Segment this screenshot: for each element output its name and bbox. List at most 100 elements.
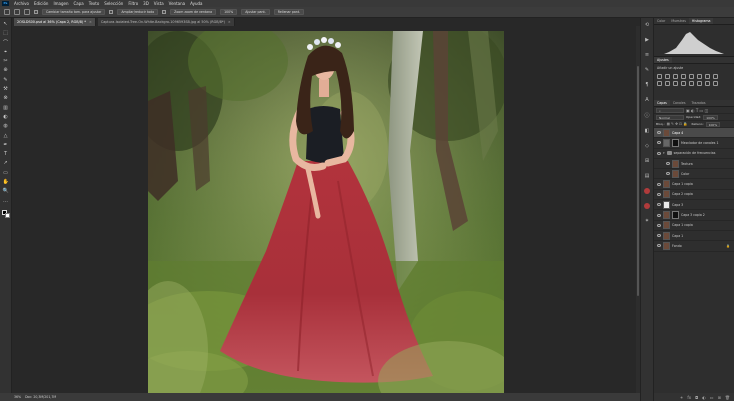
brightness-icon[interactable] — [657, 74, 662, 79]
new-group-icon[interactable]: ▭ — [710, 395, 714, 400]
eye-icon[interactable] — [657, 182, 661, 186]
learn-icon[interactable] — [644, 188, 650, 194]
tab-adjustments[interactable]: Ajustes — [654, 57, 672, 63]
invert-icon[interactable] — [681, 81, 686, 86]
zoom-out-icon[interactable] — [24, 9, 30, 15]
layer-mask-thumbnail[interactable] — [672, 138, 679, 147]
scrubby-zoom-checkbox[interactable] — [162, 10, 167, 14]
layer-row[interactable]: Capa 3 copia 2 — [654, 210, 734, 221]
resize-windows-button[interactable]: Cambiar tamaño tam. para ajustar — [42, 9, 106, 15]
chevron-down-icon[interactable]: ▾ — [663, 151, 665, 155]
dodge-tool-icon[interactable]: △ — [3, 133, 9, 139]
layer-row[interactable]: Capa 1 copia — [654, 221, 734, 231]
zoom-100-button[interactable]: 100% — [220, 9, 238, 15]
link-layers-icon[interactable]: ⚭ — [680, 395, 683, 400]
add-mask-icon[interactable]: ◘ — [695, 395, 698, 400]
menu-ayuda[interactable]: Ayuda — [190, 1, 202, 6]
character-icon[interactable]: A — [645, 97, 648, 103]
brush-tool-icon[interactable]: ✎ — [3, 77, 9, 83]
scrollbar-thumb[interactable] — [637, 66, 639, 296]
fit-screen-button[interactable]: Ajustar pant. — [241, 9, 270, 15]
zoom-all-button[interactable]: Ampliar/reducir todo — [117, 9, 159, 15]
eraser-tool-icon[interactable]: ▥ — [3, 105, 9, 111]
selective-color-icon[interactable] — [713, 81, 718, 86]
close-icon[interactable]: × — [228, 20, 231, 24]
eye-icon[interactable] — [666, 172, 670, 176]
tab-paths[interactable]: Trazados — [689, 100, 709, 106]
stamp-tool-icon[interactable]: ⚒ — [3, 87, 9, 92]
tab-channels[interactable]: Canales — [670, 100, 689, 106]
eyedropper-tool-icon[interactable]: ⊕ — [3, 68, 9, 73]
filter-icons[interactable]: ▣ ◐ T ▭ ◫ — [686, 108, 708, 113]
brush-settings-icon[interactable]: ✎ — [645, 67, 649, 73]
move-tool-icon[interactable]: ↖ — [3, 22, 9, 27]
info-icon[interactable]: ⓘ — [644, 112, 649, 119]
layer-row[interactable]: Mezclador de canales 1 — [654, 138, 734, 149]
eye-icon[interactable] — [657, 213, 661, 217]
fill-screen-button[interactable]: Rellenar pant. — [273, 9, 305, 15]
tab-color[interactable]: Color — [654, 18, 668, 24]
path-select-tool-icon[interactable]: ↗ — [3, 161, 9, 166]
eye-icon[interactable] — [657, 244, 661, 248]
layer-row[interactable]: Textura — [654, 159, 734, 170]
quick-select-tool-icon[interactable]: ⌖ — [3, 49, 9, 55]
tab-swatches[interactable]: Muestras — [668, 18, 689, 24]
layer-group-row[interactable]: ▾ separación de frecuencias — [654, 149, 734, 159]
channel-mixer-icon[interactable] — [665, 81, 670, 86]
zoom-level[interactable]: 36% — [14, 395, 21, 399]
scrubby-zoom-button[interactable]: Zoom zoom de ventana — [170, 9, 217, 15]
layer-row[interactable]: Capa 1 — [654, 231, 734, 242]
menu-imagen[interactable]: Imagen — [53, 1, 68, 6]
background-color-swatch[interactable] — [4, 212, 10, 218]
black-white-icon[interactable] — [713, 74, 718, 79]
navigator-icon[interactable]: ◇ — [645, 143, 649, 149]
menu-ventana[interactable]: Ventana — [169, 1, 185, 6]
history-icon[interactable]: ⟲ — [645, 22, 649, 28]
resize-windows-checkbox[interactable] — [34, 10, 38, 14]
menu-texto[interactable]: Texto — [89, 1, 100, 6]
hue-saturation-icon[interactable] — [697, 74, 702, 79]
zoom-tool-icon[interactable]: 🔍 — [3, 189, 9, 194]
gradient-tool-icon[interactable]: ◐ — [3, 114, 9, 120]
opacity-field[interactable]: 100% — [703, 114, 718, 120]
blend-mode-select[interactable]: Normal — [656, 114, 684, 120]
fill-field[interactable]: 100% — [705, 121, 721, 127]
color-swatches[interactable] — [1, 209, 10, 218]
lasso-tool-icon[interactable]: ⌒ — [3, 40, 9, 46]
clone-source-icon[interactable]: ⊞ — [645, 158, 649, 164]
photo-filter-icon[interactable] — [657, 81, 662, 86]
menu-filtro[interactable]: Filtro — [128, 1, 138, 6]
color-balance-icon[interactable] — [705, 74, 710, 79]
crop-tool-icon[interactable]: ✂ — [3, 59, 9, 64]
fx-icon[interactable]: fx — [687, 395, 691, 400]
history-brush-tool-icon[interactable]: ⊗ — [3, 96, 9, 101]
zoom-all-checkbox[interactable] — [109, 10, 114, 14]
eye-icon[interactable] — [657, 141, 661, 145]
layer-row[interactable]: Capa 1 copia — [654, 179, 734, 190]
eye-icon[interactable] — [657, 234, 661, 238]
tab-histogram[interactable]: Histograma — [688, 18, 714, 24]
layer-row[interactable]: Capa 2 copia — [654, 190, 734, 201]
paragraph-icon[interactable]: ¶ — [645, 82, 648, 88]
actions-icon[interactable]: ▶ — [645, 37, 649, 43]
zoom-tool-icon[interactable] — [4, 9, 10, 15]
layer-row[interactable]: Capa 3 — [654, 200, 734, 211]
eye-icon[interactable] — [657, 151, 661, 155]
layer-row[interactable]: Capa 4 — [654, 128, 734, 139]
color-lookup-icon[interactable] — [673, 81, 678, 86]
lock-icons[interactable]: ▦ ✎ ✥ ⊡ 🔒 — [667, 122, 688, 126]
rectangle-tool-icon[interactable]: ▭ — [3, 170, 9, 176]
menu-capa[interactable]: Capa — [74, 1, 84, 6]
pen-tool-icon[interactable]: ✒ — [3, 142, 9, 148]
tab-document-1[interactable]: 2OSLDS00.psd al 36% (Capa 2, RGB/8) * × — [14, 18, 96, 26]
new-layer-icon[interactable]: ⊞ — [718, 395, 721, 400]
levels-icon[interactable] — [665, 74, 670, 79]
menu-3d[interactable]: 3D — [143, 1, 149, 6]
glyphs-icon[interactable]: ✶ — [645, 218, 649, 224]
threshold-icon[interactable] — [697, 81, 702, 86]
close-icon[interactable]: × — [89, 20, 92, 24]
blur-tool-icon[interactable]: ◍ — [3, 124, 9, 129]
more-tools-icon[interactable]: … — [3, 198, 9, 204]
menu-edicion[interactable]: Edición — [34, 1, 48, 6]
eye-icon[interactable] — [657, 192, 661, 196]
